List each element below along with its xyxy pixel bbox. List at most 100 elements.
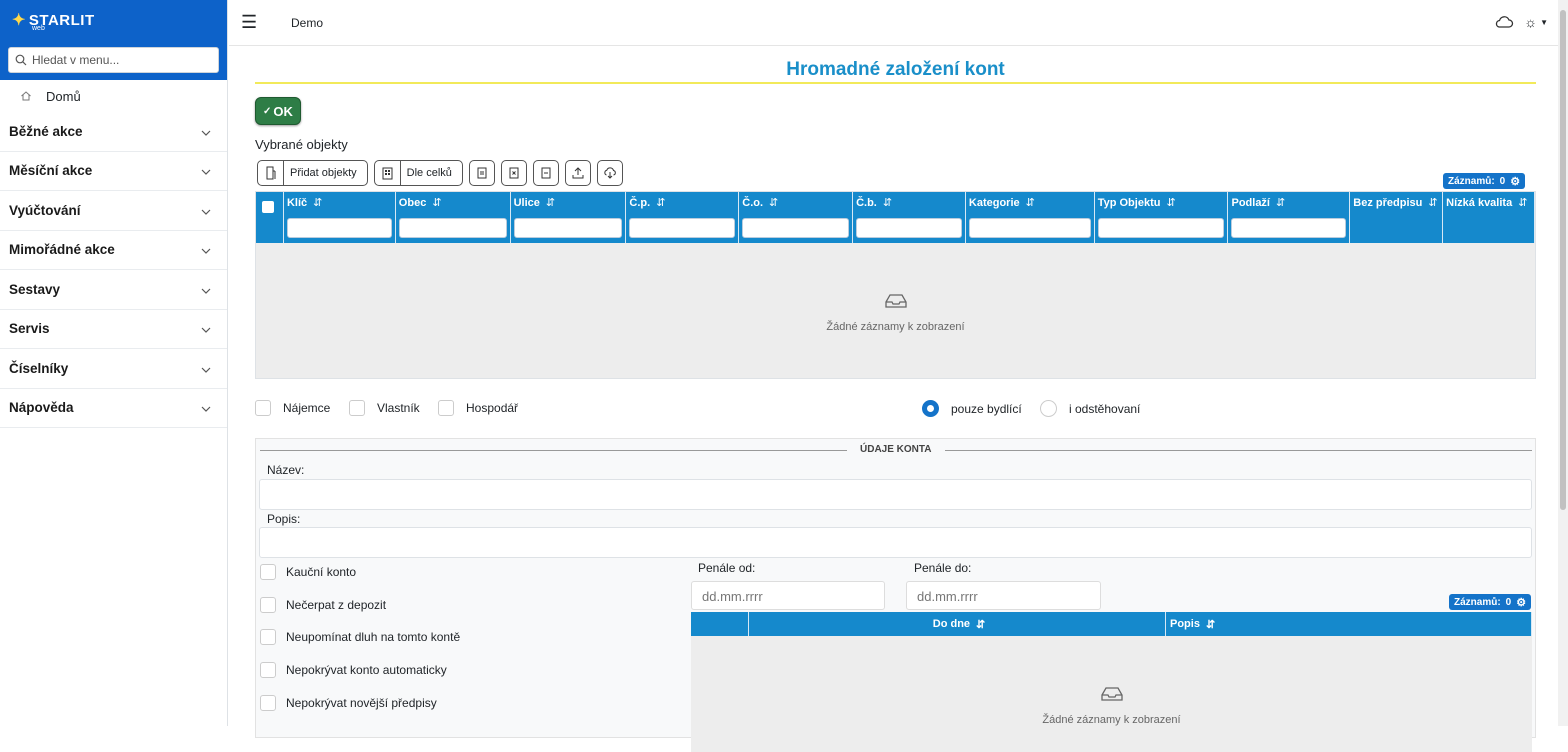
- settings-icon: ⚙: [1516, 596, 1527, 609]
- penalty-from-input[interactable]: dd.mm.rrrr: [691, 581, 885, 610]
- star-icon: ✦: [12, 12, 26, 29]
- search-icon: [15, 54, 27, 66]
- cloud-download-icon[interactable]: [596, 160, 623, 186]
- caret-down-icon: ▼: [1540, 17, 1548, 27]
- column-header-6[interactable]: Kategorie ⇵: [966, 192, 1095, 243]
- sidebar-item-4[interactable]: Sestavy: [0, 270, 227, 310]
- column-header-9[interactable]: Bez předpisu ⇵: [1350, 192, 1444, 243]
- upload-icon[interactable]: [564, 160, 591, 186]
- sidebar-item-3[interactable]: Mimořádné akce: [0, 231, 227, 270]
- column-header-5[interactable]: Č.b. ⇵: [853, 192, 966, 243]
- checkbox[interactable]: [260, 694, 276, 711]
- by-units-label: Dle celků: [406, 167, 452, 179]
- owner-checkbox[interactable]: Vlastník: [349, 400, 420, 416]
- column-header-8[interactable]: Podlaží ⇵: [1228, 192, 1351, 243]
- sidebar-item-2[interactable]: Vyúčtování: [0, 191, 227, 231]
- penalty-to-input[interactable]: dd.mm.rrrr: [906, 581, 1101, 610]
- column-filter-input[interactable]: [1097, 218, 1225, 238]
- column-header-0[interactable]: Klíč ⇵: [284, 192, 396, 243]
- description-input[interactable]: [259, 527, 1532, 558]
- empty-state: Žádné záznamy k zobrazení: [691, 636, 1532, 726]
- column-header-1[interactable]: Obec ⇵: [396, 192, 511, 243]
- account-option-4[interactable]: Nepokrývat novější předpisy: [260, 694, 437, 711]
- column-filter-input[interactable]: [398, 218, 507, 238]
- tenant-checkbox[interactable]: Nájemce: [255, 400, 330, 416]
- sidebar-item-6[interactable]: Číselníky: [0, 349, 227, 389]
- column-filter-input[interactable]: [629, 218, 736, 238]
- logo[interactable]: ✦ STARLIT: [12, 10, 95, 30]
- column-title: Typ Objektu: [1097, 197, 1161, 209]
- column-title: Do dne: [932, 618, 971, 630]
- account-option-label: Nečerpat z depozit: [286, 597, 387, 612]
- column-header-4[interactable]: Č.o. ⇵: [739, 192, 854, 243]
- column-filter-input[interactable]: [286, 218, 392, 238]
- delete-document-icon[interactable]: [500, 160, 527, 186]
- column-filter-input[interactable]: [742, 218, 850, 238]
- empty-text: Žádné záznamy k zobrazení: [1042, 714, 1181, 726]
- account-option-label: Nepokrývat konto automaticky: [286, 663, 447, 678]
- sidebar-item-7[interactable]: Nápověda: [0, 389, 227, 428]
- penalty-records-badge[interactable]: Záznamů: 0 ⚙: [1449, 594, 1532, 610]
- only-living-label: pouze bydlící: [951, 401, 1022, 416]
- also-moved-radio[interactable]: i odstěhovaní: [1040, 400, 1140, 417]
- penalty-to-label: Penále do:: [914, 561, 972, 575]
- selected-objects-heading: Vybrané objekty: [255, 137, 348, 152]
- checkbox[interactable]: [260, 629, 276, 646]
- check-icon: ✓: [263, 105, 272, 117]
- add-objects-button[interactable]: Přidat objekty: [257, 160, 368, 186]
- column-filter-input[interactable]: [968, 218, 1091, 238]
- column-title: Č.o.: [742, 197, 764, 209]
- sort-icon: ⇵: [545, 197, 556, 209]
- remove-document-icon[interactable]: [532, 160, 559, 186]
- select-all-column: [256, 192, 284, 243]
- page-scrollbar[interactable]: [1558, 0, 1568, 726]
- checkbox[interactable]: [260, 564, 276, 580]
- column-filter-input[interactable]: [1231, 218, 1347, 238]
- sidebar-item-1[interactable]: Měsíční akce: [0, 152, 227, 191]
- column-title: Nízká kvalita: [1446, 197, 1513, 209]
- column-header-3[interactable]: Č.p. ⇵: [626, 192, 740, 243]
- checkbox[interactable]: [260, 662, 276, 679]
- column-header-2[interactable]: Ulice ⇵: [511, 192, 627, 243]
- sidebar-item-5[interactable]: Servis: [0, 310, 227, 349]
- empty-state: Žádné záznamy k zobrazení: [256, 243, 1535, 333]
- column-header-popis[interactable]: Popis ⇵: [1166, 612, 1532, 636]
- checkbox[interactable]: [260, 596, 276, 613]
- only-living-radio[interactable]: pouze bydlící: [922, 400, 1022, 417]
- cloud-icon[interactable]: [1494, 15, 1514, 29]
- column-header-do-dne[interactable]: Do dne ⇵: [749, 612, 1166, 636]
- sort-icon: ⇵: [313, 197, 323, 209]
- document-icon[interactable]: [468, 160, 495, 186]
- column-title: Obec: [398, 197, 427, 209]
- sidebar-item-home[interactable]: Domů: [0, 80, 227, 112]
- column-filter-input[interactable]: [856, 218, 962, 238]
- menu-search-input[interactable]: [32, 53, 212, 67]
- sidebar-item-label: Servis: [9, 321, 50, 337]
- column-header-7[interactable]: Typ Objektu ⇵: [1095, 192, 1229, 243]
- column-title: Podlaží: [1231, 197, 1270, 209]
- brand-bar: ✦ STARLIT web: [0, 0, 227, 40]
- inbox-icon: [1100, 687, 1123, 701]
- select-all-checkbox[interactable]: [262, 201, 274, 213]
- column-header-10[interactable]: Nízká kvalita ⇵: [1443, 192, 1536, 243]
- name-input[interactable]: [259, 479, 1532, 510]
- account-legend: ÚDAJE KONTA: [256, 444, 1535, 456]
- chevron-down-icon: [201, 361, 211, 376]
- sun-icon: ☼: [1524, 14, 1538, 30]
- also-moved-label: i odstěhovaní: [1069, 401, 1141, 416]
- hamburger-icon[interactable]: ☰: [241, 12, 261, 33]
- theme-toggle[interactable]: ☼ ▼: [1524, 14, 1548, 30]
- manager-checkbox[interactable]: Hospodář: [438, 400, 518, 416]
- sidebar-item-0[interactable]: Běžné akce: [0, 112, 227, 152]
- column-filter-input[interactable]: [513, 218, 623, 238]
- by-units-button[interactable]: Dle celků: [373, 160, 463, 186]
- chevron-down-icon: [201, 400, 211, 415]
- account-option-1[interactable]: Nečerpat z depozit: [260, 596, 387, 613]
- records-badge[interactable]: Záznamů: 0 ⚙: [1443, 173, 1526, 189]
- breadcrumb[interactable]: Demo: [291, 16, 323, 30]
- ok-button[interactable]: ✓ OK: [255, 97, 301, 125]
- account-option-0[interactable]: Kauční konto: [260, 564, 356, 580]
- account-option-2[interactable]: Neupomínat dluh na tomto kontě: [260, 629, 460, 646]
- sidebar-item-label: Vyúčtování: [9, 202, 81, 218]
- account-option-3[interactable]: Nepokrývat konto automaticky: [260, 662, 447, 679]
